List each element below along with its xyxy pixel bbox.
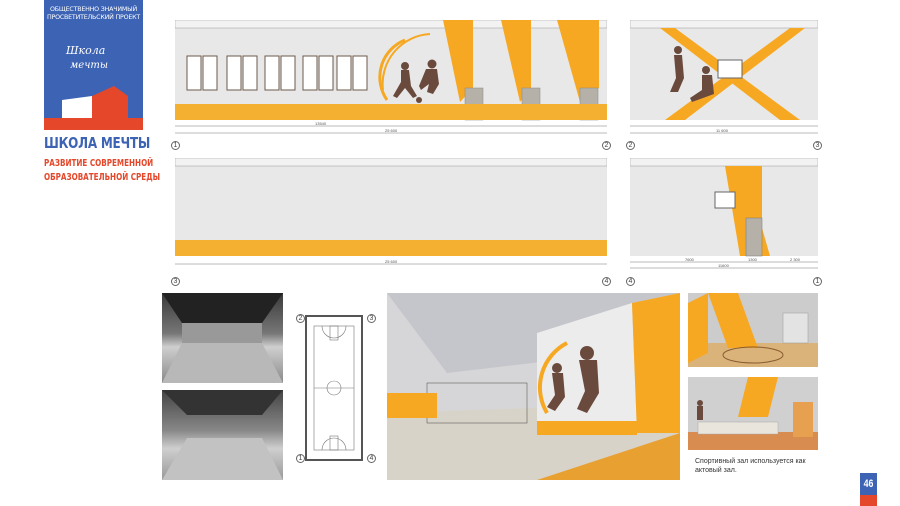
project-logo: ОБЩЕСТВЕННО ЗНАЧИМЫЙ ПРОСВЕТИТЕЛЬСКИЙ ПР…: [44, 0, 143, 130]
axis-marker: 3: [813, 141, 822, 150]
elevation-3-4: 25 600: [175, 158, 607, 265]
svg-text:1300: 1300: [748, 257, 758, 262]
axis-marker: 2: [296, 314, 305, 323]
svg-text:13540: 13540: [315, 121, 327, 126]
svg-text:25 600: 25 600: [385, 259, 398, 264]
axis-marker: 1: [296, 454, 305, 463]
photo-existing-gym-2: [162, 390, 283, 480]
elevation-4-1: 7600 1300 2 300 11600: [630, 158, 818, 269]
render-gym-main: [387, 293, 680, 480]
elevation-1-2: 13540 25 600: [175, 20, 607, 134]
axis-marker: 4: [602, 277, 611, 286]
logo-script1: Школа: [66, 44, 106, 57]
axis-marker: 4: [367, 454, 376, 463]
axis-marker: 1: [813, 277, 822, 286]
logo-script2: мечты: [70, 60, 109, 71]
page-number-badge: 46: [860, 473, 877, 506]
gym-floor-plan: [305, 315, 363, 461]
svg-text:25 600: 25 600: [385, 128, 398, 133]
svg-text:11600: 11600: [718, 263, 730, 268]
logo-line2: ПРОСВЕТИТЕЛЬСКИЙ ПРОЕКТ: [46, 14, 141, 21]
brand-subtitle-2: ОБРАЗОВАТЕЛЬНОЙ СРЕДЫ: [44, 172, 161, 183]
svg-text:7600: 7600: [685, 257, 695, 262]
axis-marker: 1: [171, 141, 180, 150]
svg-text:11 600: 11 600: [716, 128, 729, 133]
school-building-icon: [44, 86, 143, 130]
axis-marker: 4: [626, 277, 635, 286]
axis-marker: 3: [367, 314, 376, 323]
caption-text: Спортивный зал используется как актовый …: [695, 458, 806, 474]
render-gym-view-1: [688, 293, 818, 367]
svg-text:2 300: 2 300: [790, 257, 801, 262]
brand-subtitle-1: РАЗВИТИЕ СОВРЕМЕННОЙ: [44, 158, 154, 169]
axis-marker: 2: [626, 141, 635, 150]
brand-title: ШКОЛА МЕЧТЫ: [44, 134, 151, 152]
elevation-2-3: 11 600: [630, 20, 818, 134]
page-number: 46: [863, 478, 874, 490]
axis-marker: 3: [171, 277, 180, 286]
render-gym-view-2: [688, 377, 818, 450]
axis-marker: 2: [602, 141, 611, 150]
logo-line1: ОБЩЕСТВЕННО ЗНАЧИМЫЙ: [50, 6, 137, 13]
photo-existing-gym-1: [162, 293, 283, 383]
